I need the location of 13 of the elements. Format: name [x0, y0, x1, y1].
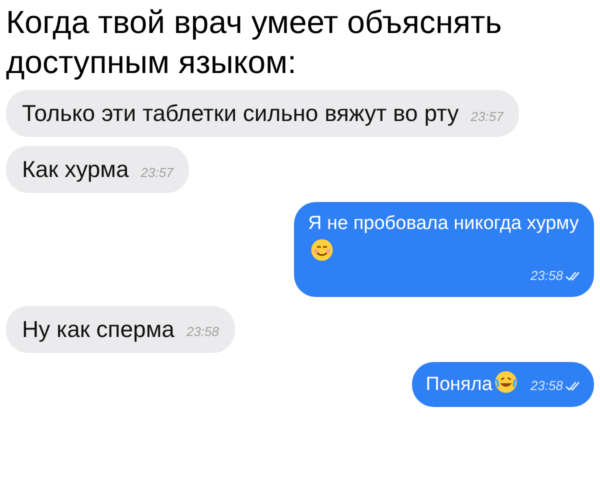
- message-text: Ну как сперма: [22, 316, 174, 342]
- message-text: Только эти таблетки сильно вяжут во рту: [22, 100, 459, 126]
- message-time: 23:58: [186, 323, 220, 341]
- smiley-icon: [310, 238, 334, 262]
- message-text: Я не пробовала никогда хурму: [308, 213, 579, 234]
- message-time: 23:58: [530, 267, 563, 285]
- message-text: Как хурма: [22, 156, 129, 182]
- message-text: Поняла: [426, 374, 492, 394]
- caption: Когда твой врач умеет объяснять доступным языком:: [6, 3, 503, 82]
- message-time: 23:57: [470, 108, 504, 126]
- message-time: 23:58: [530, 377, 563, 395]
- message-time: 23:57: [140, 164, 174, 182]
- laughing-face-icon: [494, 370, 518, 394]
